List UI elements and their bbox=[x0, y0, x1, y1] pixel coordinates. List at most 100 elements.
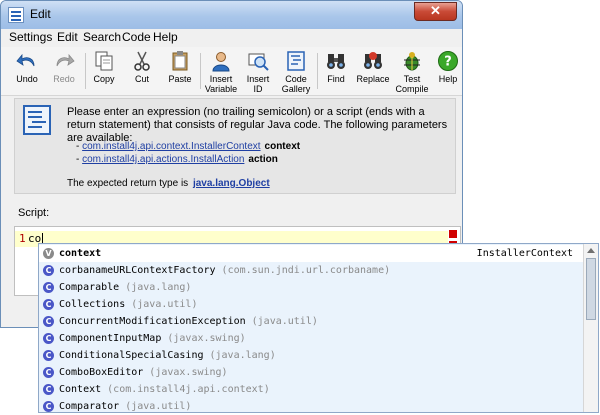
test-compile-button[interactable]: Test Compile bbox=[395, 49, 429, 94]
completion-package: (java.util) bbox=[251, 316, 318, 327]
completion-package: (javax.swing) bbox=[167, 333, 246, 344]
completion-item[interactable]: C Context (com.install4j.api.context) bbox=[39, 381, 598, 398]
menu-search[interactable]: Search bbox=[83, 30, 121, 44]
paste-label: Paste bbox=[168, 74, 192, 84]
toolbar-separator bbox=[85, 53, 86, 89]
return-type-prefix: The expected return type is bbox=[67, 178, 189, 189]
class-icon: C bbox=[43, 401, 54, 412]
replace-label: Replace bbox=[356, 74, 390, 84]
param-action: - com.install4j.api.actions.InstallActio… bbox=[76, 154, 278, 165]
param-action-type-link[interactable]: com.install4j.api.actions.InstallAction bbox=[82, 154, 244, 165]
class-icon: C bbox=[43, 350, 54, 361]
completion-name: context bbox=[59, 248, 102, 259]
find-label: Find bbox=[327, 74, 345, 84]
cut-button[interactable]: Cut bbox=[127, 49, 157, 93]
copy-button[interactable]: Copy bbox=[89, 49, 119, 93]
param-context: - com.install4j.api.context.InstallerCon… bbox=[76, 141, 301, 152]
param-context-type-link[interactable]: com.install4j.api.context.InstallerConte… bbox=[82, 141, 260, 152]
undo-button[interactable]: Undo bbox=[11, 49, 43, 93]
info-description: Please enter an expression (no trailing … bbox=[67, 106, 448, 144]
insert-variable-button[interactable]: Insert Variable bbox=[203, 49, 239, 94]
close-button[interactable]: ✕ bbox=[414, 2, 457, 21]
completion-type: InstallerContext bbox=[476, 248, 573, 259]
line-number: 1 bbox=[19, 232, 26, 245]
copy-icon bbox=[93, 50, 115, 72]
binoculars-icon bbox=[325, 50, 347, 72]
class-icon: C bbox=[43, 367, 54, 378]
insert-id-button[interactable]: Insert ID bbox=[242, 49, 274, 94]
app-icon bbox=[8, 7, 24, 23]
completion-item[interactable]: C ConditionalSpecialCasing (java.lang) bbox=[39, 347, 598, 364]
replace-button[interactable]: Replace bbox=[356, 49, 390, 93]
redo-button[interactable]: Redo bbox=[48, 49, 80, 93]
menu-settings[interactable]: Settings bbox=[9, 30, 52, 44]
replace-icon bbox=[362, 50, 384, 72]
redo-label: Redo bbox=[53, 74, 75, 84]
completion-package: (com.install4j.api.context) bbox=[107, 384, 270, 395]
class-icon: C bbox=[43, 265, 54, 276]
script-info-icon bbox=[23, 105, 51, 135]
scroll-thumb[interactable] bbox=[586, 258, 596, 320]
return-type-link[interactable]: java.lang.Object bbox=[193, 178, 270, 189]
completion-scrollbar[interactable] bbox=[583, 244, 598, 412]
menu-edit[interactable]: Edit bbox=[57, 30, 78, 44]
completion-item[interactable]: C Collections (java.util) bbox=[39, 296, 598, 313]
code-gallery-icon bbox=[285, 50, 307, 72]
completion-item[interactable]: V context InstallerContext bbox=[39, 245, 598, 262]
completion-item[interactable]: C ComboBoxEditor (javax.swing) bbox=[39, 364, 598, 381]
completion-package: (java.util) bbox=[131, 299, 198, 310]
code-completion-popup: V context InstallerContext C corbanameUR… bbox=[38, 243, 599, 413]
completion-name: Comparator (java.util) bbox=[59, 401, 192, 412]
completion-package: (javax.swing) bbox=[149, 367, 228, 378]
completion-name: ComboBoxEditor (javax.swing) bbox=[59, 367, 228, 378]
toolbar: Undo Redo Copy Cut Paste Insert Variable… bbox=[1, 47, 462, 96]
scissors-icon bbox=[131, 50, 153, 72]
completion-package: (java.util) bbox=[125, 401, 192, 412]
menu-code[interactable]: Code bbox=[122, 30, 151, 44]
completion-name: Context (com.install4j.api.context) bbox=[59, 384, 270, 395]
completion-name: Collections (java.util) bbox=[59, 299, 198, 310]
class-icon: C bbox=[43, 384, 54, 395]
svg-text:?: ? bbox=[444, 55, 452, 70]
clipboard-icon bbox=[169, 50, 191, 72]
class-icon: C bbox=[43, 299, 54, 310]
code-gallery-label: Code Gallery bbox=[281, 74, 311, 94]
toolbar-separator bbox=[317, 53, 318, 89]
completion-item[interactable]: C Comparable (java.lang) bbox=[39, 279, 598, 296]
user-icon bbox=[210, 50, 232, 72]
bug-icon bbox=[401, 50, 423, 72]
return-type-line: The expected return type is java.lang.Ob… bbox=[67, 178, 270, 189]
completion-item[interactable]: C ComponentInputMap (javax.swing) bbox=[39, 330, 598, 347]
error-marker-icon[interactable] bbox=[449, 230, 457, 238]
completion-package: (com.sun.jndi.url.corbaname) bbox=[221, 265, 391, 276]
completion-package: (java.lang) bbox=[125, 282, 192, 293]
help-label: Help bbox=[438, 74, 458, 84]
copy-label: Copy bbox=[93, 74, 115, 84]
undo-icon bbox=[16, 50, 38, 72]
class-icon: C bbox=[43, 282, 54, 293]
menu-bar: Settings Edit Search Code Help bbox=[1, 29, 462, 47]
completion-item[interactable]: C corbanameURLContextFactory (com.sun.jnd… bbox=[39, 262, 598, 279]
completion-name: corbanameURLContextFactory (com.sun.jndi.… bbox=[59, 265, 391, 276]
completion-item[interactable]: C Comparator (java.util) bbox=[39, 398, 598, 412]
code-gallery-button[interactable]: Code Gallery bbox=[279, 49, 313, 94]
paste-button[interactable]: Paste bbox=[165, 49, 195, 93]
info-panel: Please enter an expression (no trailing … bbox=[14, 98, 456, 194]
completion-item[interactable]: C ConcurrentModificationException (java.u… bbox=[39, 313, 598, 330]
variable-icon: V bbox=[43, 248, 54, 259]
help-icon: ? bbox=[437, 50, 459, 72]
class-icon: C bbox=[43, 316, 54, 327]
find-button[interactable]: Find bbox=[321, 49, 351, 93]
param-action-name: action bbox=[248, 154, 278, 165]
toolbar-separator bbox=[200, 53, 201, 89]
insert-id-label: Insert ID bbox=[246, 74, 270, 94]
cut-label: Cut bbox=[134, 74, 149, 84]
script-label: Script: bbox=[18, 207, 50, 219]
redo-icon bbox=[53, 50, 75, 72]
class-icon: C bbox=[43, 333, 54, 344]
completion-name: Comparable (java.lang) bbox=[59, 282, 192, 293]
help-button[interactable]: ? Help bbox=[435, 49, 461, 93]
scroll-up-arrow-icon[interactable] bbox=[587, 248, 595, 253]
menu-help[interactable]: Help bbox=[153, 30, 178, 44]
title-bar[interactable]: Edit ✕ bbox=[1, 1, 462, 29]
